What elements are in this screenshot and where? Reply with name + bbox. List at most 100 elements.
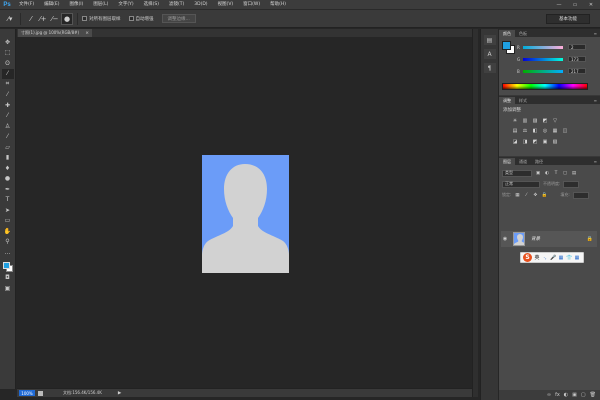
quick-selection-tool-icon[interactable]: ⁄ (1, 68, 14, 79)
adjustment-icon[interactable]: ▨ (531, 117, 539, 124)
menu-item-7[interactable]: 3D(D) (189, 0, 212, 10)
filter-adjustment-icon[interactable]: ◐ (544, 170, 550, 176)
quick-select-tool-preset-icon[interactable]: ⁄▾ (4, 13, 16, 25)
close-document-icon[interactable]: × (85, 31, 89, 36)
checkbox-box[interactable] (82, 16, 87, 21)
filter-shape-icon[interactable]: ▢ (562, 170, 568, 176)
blend-mode-select[interactable]: 正常 (502, 180, 540, 188)
adjustment-icon[interactable]: ◩ (531, 138, 539, 145)
panel-menu-icon[interactable]: ≡ (594, 97, 597, 104)
blue-slider[interactable] (523, 69, 563, 73)
menu-item-6[interactable]: 滤镜(T) (164, 0, 189, 10)
adjustment-icon[interactable]: ◪ (511, 138, 519, 145)
more-tools-icon[interactable]: … (2, 247, 14, 258)
character-panel-icon[interactable]: A (483, 49, 496, 59)
zoom-tool-icon[interactable]: ⚲ (2, 237, 14, 248)
layer-name[interactable]: 背景 (531, 236, 540, 242)
skin-icon[interactable]: 👕 (566, 255, 572, 261)
history-brush-tool-icon[interactable]: ⁄ (2, 132, 14, 143)
filter-smart-object-icon[interactable]: ▤ (571, 170, 577, 176)
status-menu-arrow-icon[interactable]: ▶ (118, 391, 121, 396)
marquee-tool-icon[interactable]: ⬚ (2, 48, 14, 59)
quick-mask-icon[interactable]: ◘ (2, 273, 14, 284)
layer-style-icon[interactable]: fx (555, 392, 560, 398)
tab-paths[interactable]: 路径 (531, 158, 547, 165)
shape-tool-icon[interactable]: ▭ (2, 216, 14, 227)
subtract-from-selection-brush-icon[interactable]: ⁄− (49, 13, 61, 25)
workspace-switcher[interactable]: 基本功能 (546, 14, 590, 24)
brush-size-picker-icon[interactable]: ● (61, 12, 73, 25)
red-slider[interactable] (523, 45, 563, 49)
green-value-field[interactable]: 173 (568, 56, 586, 62)
restore-button[interactable]: ▭ (570, 2, 580, 8)
adjustment-icon[interactable]: ▧ (551, 138, 559, 145)
pen-tool-icon[interactable]: ✒ (2, 184, 14, 195)
opacity-field[interactable] (563, 180, 580, 188)
fill-field[interactable] (572, 191, 589, 199)
foreground-color-swatch[interactable] (2, 261, 10, 269)
delete-layer-icon[interactable]: 🗑 (590, 392, 596, 398)
menu-item-4[interactable]: 文字(Y) (113, 0, 138, 10)
add-to-selection-brush-icon[interactable]: ⁄+ (37, 13, 49, 25)
ime-logo[interactable]: S (523, 253, 532, 262)
gradient-tool-icon[interactable]: ▮ (2, 153, 14, 164)
history-panel-icon[interactable]: ▤ (483, 35, 496, 45)
lock-transparent-icon[interactable]: ▦ (514, 192, 520, 198)
layer-kind-filter[interactable]: 类型 (502, 169, 532, 177)
menu-item-5[interactable]: 选择(S) (139, 0, 164, 10)
refine-edge-button[interactable]: 调整边缘... (161, 14, 196, 23)
screen-mode-icon[interactable]: ▣ (2, 283, 14, 294)
filter-pixel-icon[interactable]: ▣ (535, 170, 541, 176)
adjustment-icon[interactable]: ◨ (521, 138, 529, 145)
crop-tool-icon[interactable]: ⌗ (2, 79, 14, 90)
zoom-level-field[interactable]: 100% (19, 390, 35, 396)
clone-stamp-tool-icon[interactable]: ♙ (2, 121, 14, 132)
menu-item-2[interactable]: 图像(I) (64, 0, 88, 10)
adjustment-layer-icon[interactable]: ▣ (572, 392, 577, 398)
menu-item-8[interactable]: 视图(V) (213, 0, 239, 10)
tab-swatches[interactable]: 色板 (515, 30, 531, 37)
adjustment-icon[interactable]: ◧ (531, 127, 539, 134)
dodge-tool-icon[interactable]: ● (2, 174, 14, 185)
ime-punctuation-icon[interactable]: ·, (542, 255, 548, 261)
filter-type-icon[interactable]: T (553, 170, 559, 176)
menu-item-0[interactable]: 文件(F) (14, 0, 39, 10)
layer-row-background[interactable]: ◉ 背景 🔒 (501, 231, 597, 247)
green-slider[interactable] (523, 57, 563, 61)
adjustment-icon[interactable]: ▦ (551, 127, 559, 134)
adjustment-icon[interactable]: ◎ (541, 127, 549, 134)
lock-image-icon[interactable]: ⁄ (523, 192, 529, 198)
ime-mode[interactable]: 英 (534, 254, 540, 261)
tab-adjustments[interactable]: 调整 (499, 97, 515, 104)
ime-toolbar[interactable]: S 英 ·, 🎤 ▦ 👕 ▦ (520, 252, 584, 263)
panel-menu-icon[interactable]: ≡ (594, 158, 597, 165)
paragraph-panel-icon[interactable]: ¶ (483, 63, 496, 73)
move-tool-icon[interactable]: ✥ (2, 37, 14, 48)
document-tab[interactable]: 寸照(1).jpg @ 100%(RGB/8#) × (18, 29, 92, 37)
canvas-vertical-scrollbar[interactable] (472, 29, 478, 397)
new-selection-brush-icon[interactable]: ⁄ (25, 13, 37, 25)
healing-brush-tool-icon[interactable]: ✚ (2, 100, 14, 111)
checkbox-box[interactable] (128, 16, 134, 21)
adjustment-icon[interactable]: ◫ (561, 127, 569, 134)
brush-tool-icon[interactable]: ⁄ (2, 111, 14, 122)
adjustment-icon[interactable]: ▥ (521, 117, 529, 124)
adjustment-icon[interactable]: ▤ (511, 127, 519, 134)
document-image[interactable] (202, 155, 289, 273)
eyedropper-tool-icon[interactable]: ⁄ (2, 90, 14, 101)
blue-value-field[interactable]: 217 (568, 68, 586, 74)
tab-styles[interactable]: 样式 (515, 97, 531, 104)
minimize-button[interactable]: — (554, 2, 564, 8)
auto-enhance-checkbox[interactable]: 自动增强 (128, 16, 154, 22)
adjustment-icon[interactable]: ◩ (541, 117, 549, 124)
toolbox-icon[interactable]: ▦ (574, 255, 580, 261)
lock-position-icon[interactable]: ✥ (532, 192, 538, 198)
microphone-icon[interactable]: 🎤 (550, 255, 556, 261)
lock-all-icon[interactable]: 🔒 (541, 192, 548, 198)
tab-color[interactable]: 颜色 (499, 30, 515, 37)
keyboard-icon[interactable]: ▦ (558, 255, 564, 261)
color-spectrum-bar[interactable] (502, 83, 588, 90)
menu-item-1[interactable]: 编辑(E) (39, 0, 64, 10)
layer-mask-icon[interactable]: ◐ (564, 392, 568, 398)
menu-item-9[interactable]: 窗口(W) (238, 0, 265, 10)
